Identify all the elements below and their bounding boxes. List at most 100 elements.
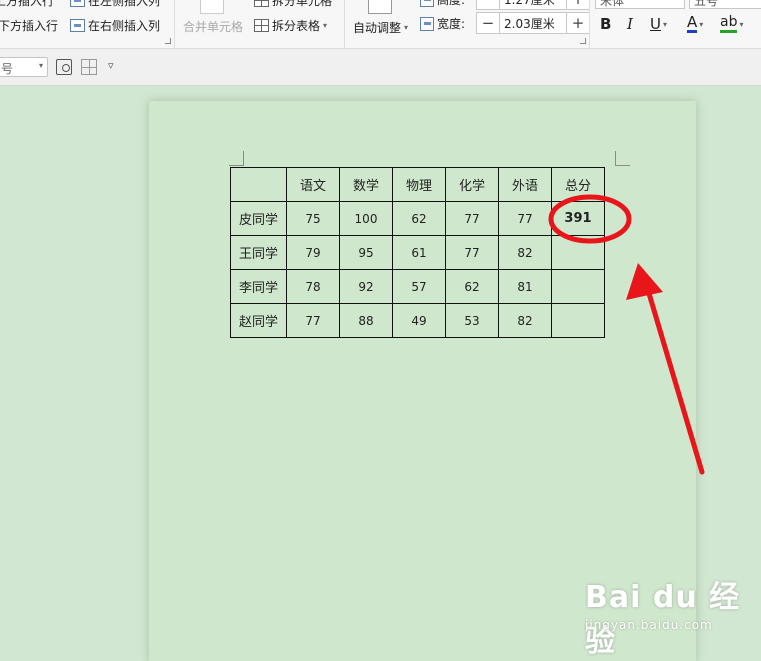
ribbon-separator xyxy=(344,0,345,48)
table-header-cell[interactable] xyxy=(230,167,287,202)
table-cell[interactable]: 77 xyxy=(445,201,499,236)
table-cell[interactable]: 62 xyxy=(445,269,499,304)
table-cell[interactable]: 57 xyxy=(392,269,446,304)
table-cell[interactable]: 李同学 xyxy=(230,269,287,304)
width-increase-button[interactable]: + xyxy=(567,13,589,33)
corner-mark-top-left xyxy=(229,151,244,166)
table-cell[interactable]: 77 xyxy=(445,235,499,270)
style-select[interactable]: 号 ▾ xyxy=(0,57,48,77)
underline-button[interactable]: U ▾ xyxy=(650,14,667,34)
highlight-label: ab xyxy=(720,15,738,33)
height-label: 高度: xyxy=(437,0,466,7)
split-table-icon xyxy=(254,19,269,32)
group-launcher-icon[interactable] xyxy=(165,38,171,44)
insert-left-column-button[interactable]: 在左侧插入列 xyxy=(70,0,160,9)
table-cell[interactable]: 95 xyxy=(339,235,393,270)
merge-cells-button[interactable]: 合并单元格 xyxy=(183,18,243,35)
auto-adjust-label: 自动调整 xyxy=(353,21,402,35)
table-cell[interactable]: 王同学 xyxy=(230,235,287,270)
score-table[interactable]: 语文 数学 物理 化学 外语 总分 皮同学 75 100 62 77 77 39… xyxy=(230,167,605,338)
table-cell[interactable] xyxy=(551,303,605,338)
chevron-down-icon: ▾ xyxy=(404,23,409,32)
split-table-button[interactable]: 拆分表格 ▾ xyxy=(254,17,327,34)
corner-mark-top-right xyxy=(615,151,630,166)
auto-adjust-button[interactable]: 自动调整 ▾ xyxy=(353,19,408,36)
table-header-cell[interactable]: 语文 xyxy=(286,167,340,202)
insert-right-column-button[interactable]: 在右侧插入列 xyxy=(70,17,160,34)
table-row: 王同学 79 95 61 77 82 xyxy=(230,235,605,270)
table-row: 皮同学 75 100 62 77 77 391 xyxy=(230,201,605,236)
group-launcher-icon[interactable] xyxy=(580,38,586,44)
width-spinner[interactable]: − 2.03厘米 + xyxy=(476,12,590,34)
table-cell[interactable]: 92 xyxy=(339,269,393,304)
table-cell[interactable]: 79 xyxy=(286,235,340,270)
secondary-toolbar: 号 ▾ ▿ xyxy=(0,49,761,86)
insert-right-column-label: 在右侧插入列 xyxy=(88,19,161,33)
height-icon xyxy=(420,0,434,7)
italic-button[interactable]: I xyxy=(627,14,633,34)
table-cell[interactable]: 61 xyxy=(392,235,446,270)
table-cell[interactable]: 75 xyxy=(286,201,340,236)
table-cell[interactable]: 77 xyxy=(286,303,340,338)
height-label-group: 高度: xyxy=(420,0,465,8)
chevron-down-icon: ▾ xyxy=(323,21,328,30)
table-cell[interactable]: 皮同学 xyxy=(230,201,287,236)
highlight-button[interactable]: ab ▾ xyxy=(720,14,743,34)
more-options-icon[interactable]: ▿ xyxy=(108,59,124,75)
table-header-cell[interactable]: 总分 xyxy=(551,167,605,202)
font-color-button[interactable]: A ▾ xyxy=(687,14,703,34)
font-size-select[interactable]: 五号 xyxy=(689,0,761,9)
chevron-down-icon: ▾ xyxy=(662,19,667,29)
chevron-down-icon: ▾ xyxy=(739,19,744,29)
width-decrease-button[interactable]: − xyxy=(477,13,499,33)
width-icon xyxy=(420,16,434,31)
bold-button[interactable]: B xyxy=(600,14,611,34)
table-grid-icon[interactable] xyxy=(81,59,97,75)
insert-left-column-label: 在左侧插入列 xyxy=(88,0,161,8)
magnifier-icon xyxy=(62,64,70,72)
style-select-value: 号 xyxy=(1,62,14,76)
height-value[interactable]: 1.27厘米 xyxy=(499,0,567,9)
table-header-cell[interactable]: 物理 xyxy=(392,167,446,202)
height-increase-button[interactable]: + xyxy=(567,0,589,9)
ribbon-separator xyxy=(174,0,175,48)
insert-left-column-icon xyxy=(70,0,85,7)
width-value[interactable]: 2.03厘米 xyxy=(499,13,567,33)
table-cell[interactable]: 49 xyxy=(392,303,446,338)
page-find-icon[interactable] xyxy=(56,59,72,75)
table-cell[interactable]: 53 xyxy=(445,303,499,338)
auto-adjust-icon xyxy=(368,0,392,14)
table-cell[interactable]: 82 xyxy=(498,235,552,270)
height-decrease-button[interactable]: − xyxy=(477,0,499,9)
table-cell[interactable]: 78 xyxy=(286,269,340,304)
table-header-cell[interactable]: 数学 xyxy=(339,167,393,202)
baidu-jingyan-watermark: Bai du 经验 jingyan.baidu.com xyxy=(585,572,761,660)
table-cell[interactable]: 81 xyxy=(498,269,552,304)
table-header-cell[interactable]: 外语 xyxy=(498,167,552,202)
table-cell[interactable]: 赵同学 xyxy=(230,303,287,338)
total-score-cell[interactable]: 391 xyxy=(551,201,605,236)
ribbon-separator xyxy=(589,0,590,48)
table-row: 李同学 78 92 57 62 81 xyxy=(230,269,605,304)
table-row: 赵同学 77 88 49 53 82 xyxy=(230,303,605,338)
table-cell[interactable] xyxy=(551,235,605,270)
font-name-select[interactable]: 宋体 xyxy=(595,0,685,9)
chevron-down-icon: ▾ xyxy=(38,61,43,70)
table-cell[interactable]: 77 xyxy=(498,201,552,236)
font-color-label: A xyxy=(687,13,698,33)
table-cell[interactable]: 88 xyxy=(339,303,393,338)
underline-label: U xyxy=(650,15,661,33)
chevron-down-icon: ▾ xyxy=(699,19,704,29)
table-header-cell[interactable]: 化学 xyxy=(445,167,499,202)
table-cell[interactable]: 82 xyxy=(498,303,552,338)
split-cells-button[interactable]: 拆分单元格 xyxy=(254,0,332,9)
insert-above-row-label: 上方插入行 xyxy=(0,0,55,8)
ribbon: 上方插入行 在左侧插入列 下方插入行 在右侧插入列 合并单元格 拆分单元格 拆分… xyxy=(0,0,761,49)
table-cell[interactable]: 62 xyxy=(392,201,446,236)
insert-right-column-icon xyxy=(70,19,85,32)
insert-above-row-button[interactable]: 上方插入行 xyxy=(0,0,54,9)
table-cell[interactable] xyxy=(551,269,605,304)
insert-below-row-button[interactable]: 下方插入行 xyxy=(0,17,58,34)
table-cell[interactable]: 100 xyxy=(339,201,393,236)
height-spinner[interactable]: − 1.27厘米 + xyxy=(476,0,590,10)
